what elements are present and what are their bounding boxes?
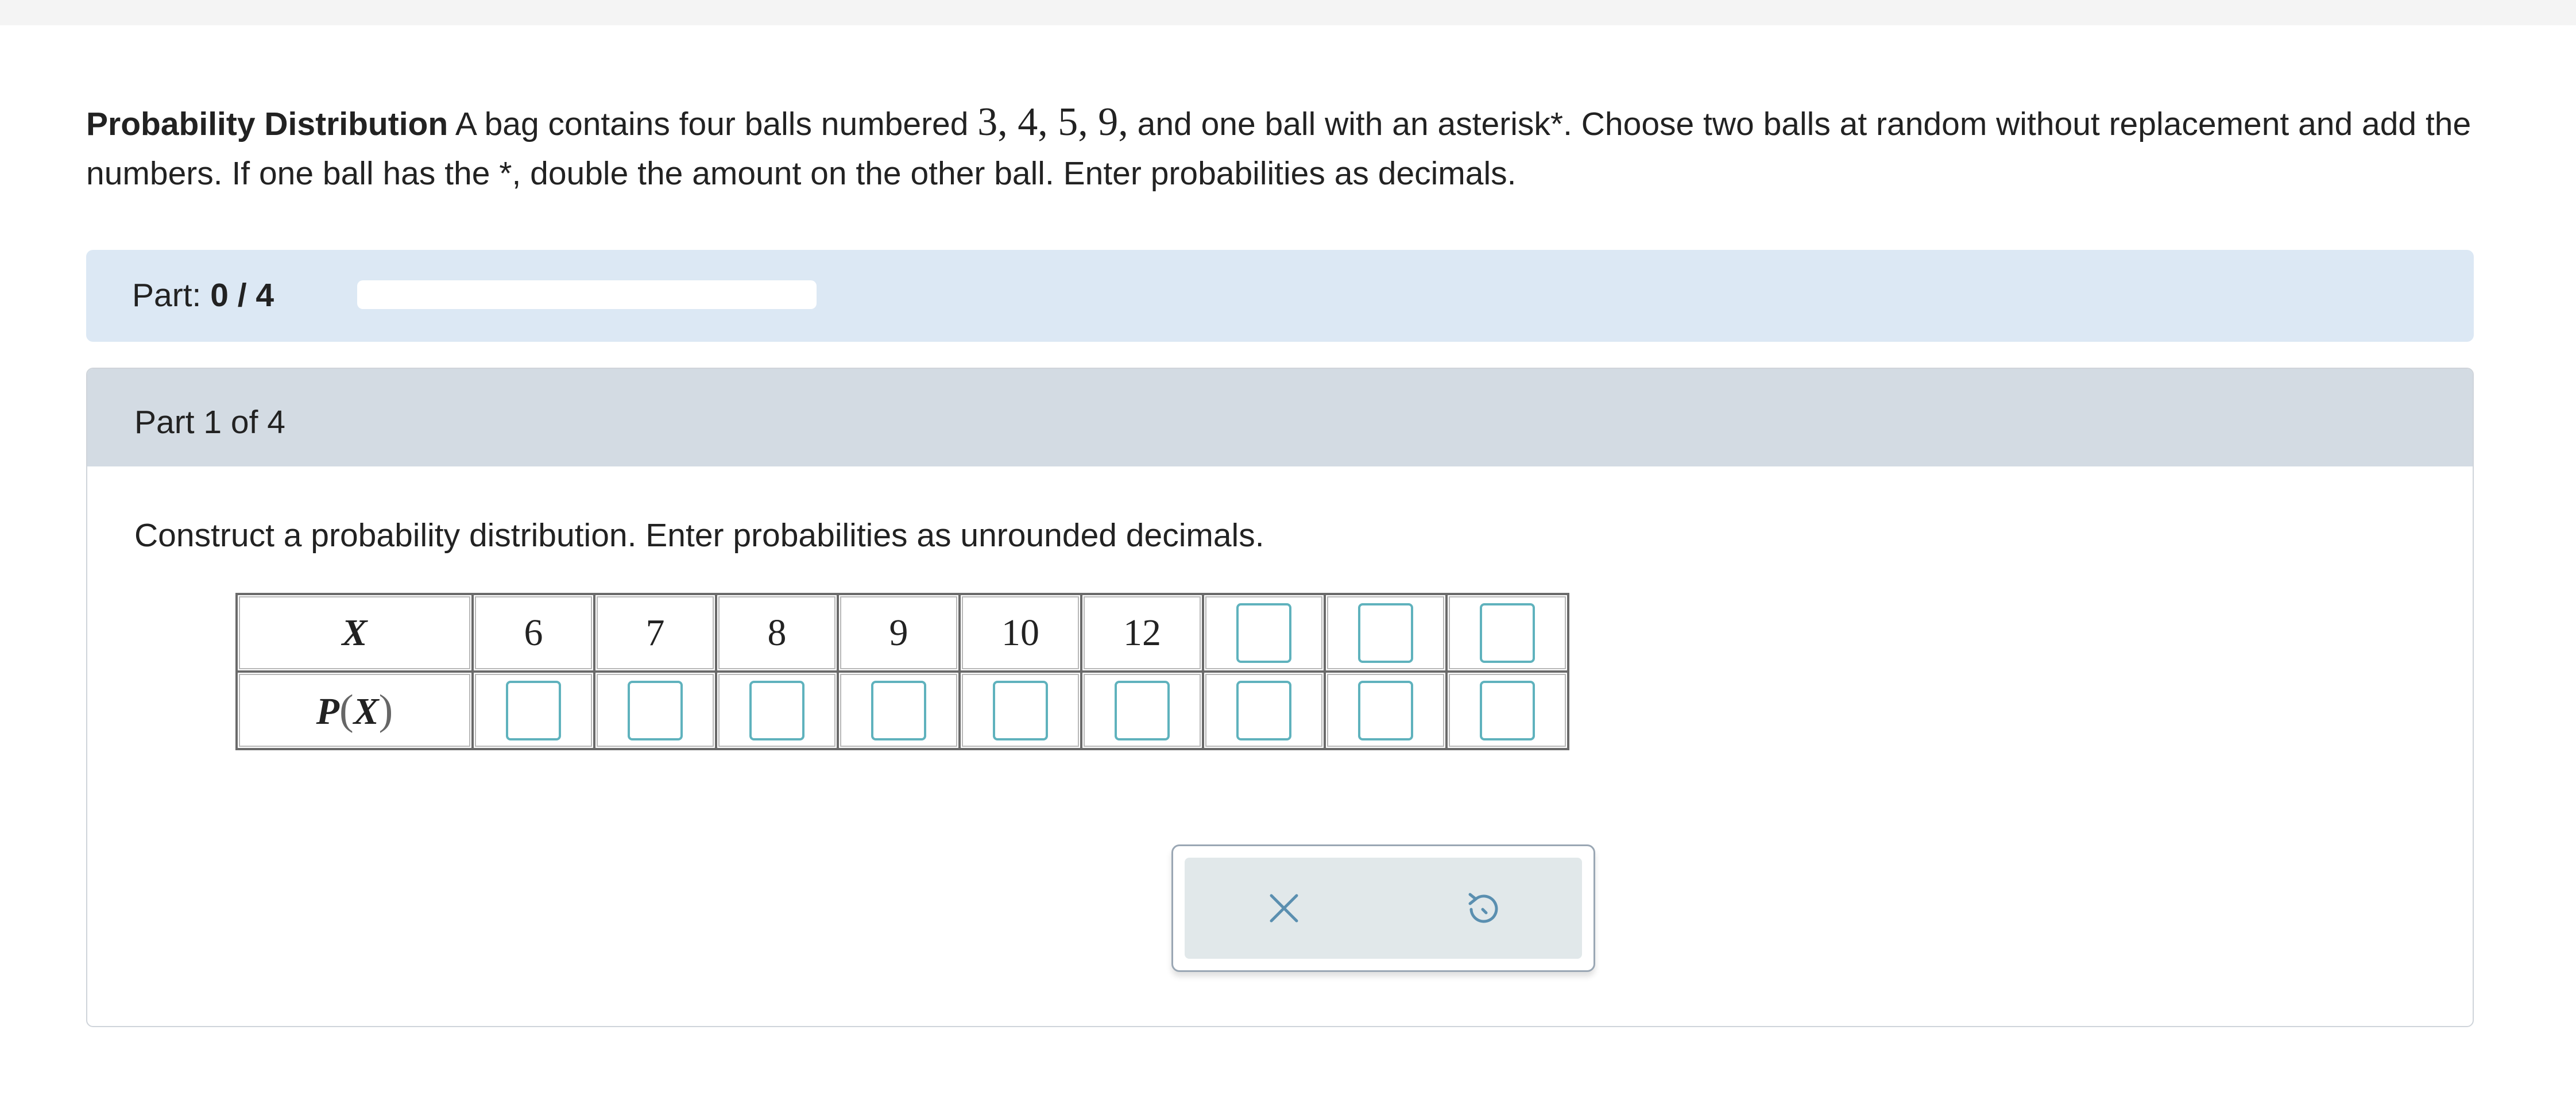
px-header: P(X) — [235, 670, 474, 750]
px-open-paren: ( — [339, 686, 354, 734]
probability-input[interactable] — [993, 680, 1048, 740]
x-value: 6 — [524, 611, 543, 654]
answer-actions — [1171, 844, 1595, 972]
x-value: 9 — [889, 611, 908, 654]
x-value-cell: 9 — [837, 593, 961, 673]
progress-label-prefix: Part: — [132, 277, 211, 314]
top-bar — [0, 0, 2576, 25]
x-value-input[interactable] — [1480, 603, 1535, 663]
clear-button[interactable] — [1185, 858, 1383, 959]
x-value: 8 — [767, 611, 787, 654]
answer-actions-bar — [1185, 858, 1582, 959]
close-icon — [1270, 894, 1298, 923]
x-value-cell: 8 — [715, 593, 839, 673]
x-value: 7 — [645, 611, 665, 654]
px-x-label: X — [353, 690, 379, 732]
progress-count: 0 / 4 — [210, 277, 274, 314]
part-instruction: Construct a probability distribution. En… — [134, 517, 1264, 554]
px-input-cell — [593, 670, 717, 750]
px-input-cell — [1202, 670, 1326, 750]
x-value: 10 — [1001, 611, 1039, 654]
x-header-label: X — [342, 611, 368, 654]
progress-panel: Part: 0 / 4 — [86, 250, 2474, 342]
px-p-label: P — [316, 690, 339, 732]
probability-input[interactable] — [1115, 680, 1170, 740]
ball-numbers: 3, 4, 5, 9, — [977, 100, 1128, 144]
problem-title: Probability Distribution — [86, 106, 448, 142]
x-value: 12 — [1123, 611, 1161, 654]
px-close-paren: ) — [378, 686, 393, 734]
probability-input[interactable] — [628, 680, 683, 740]
undo-icon — [1468, 893, 1498, 923]
px-input-cell — [1080, 670, 1204, 750]
x-value-input[interactable] — [1236, 603, 1291, 663]
x-input-cell — [1202, 593, 1326, 673]
px-input-cell — [1324, 670, 1448, 750]
x-input-cell — [1324, 593, 1448, 673]
x-row: X 6 7 8 9 10 12 — [235, 593, 1569, 673]
probability-distribution-table: X 6 7 8 9 10 12 P(X) — [235, 593, 1569, 750]
x-value-cell: 12 — [1080, 593, 1204, 673]
part-header-label: Part 1 of 4 — [134, 404, 285, 441]
x-value-input[interactable] — [1358, 603, 1413, 663]
x-input-cell — [1445, 593, 1569, 673]
px-input-cell — [958, 670, 1082, 750]
px-input-cell — [837, 670, 961, 750]
probability-input[interactable] — [1480, 680, 1535, 740]
px-input-cell — [471, 670, 595, 750]
probability-input[interactable] — [1358, 680, 1413, 740]
x-value-cell: 6 — [471, 593, 595, 673]
x-header: X — [235, 593, 474, 673]
progress-label: Part: 0 / 4 — [132, 275, 274, 315]
px-row: P(X) — [235, 670, 1569, 750]
problem-statement: Probability Distribution A bag contains … — [86, 98, 2498, 198]
undo-button[interactable] — [1383, 858, 1582, 959]
problem-text-start: A bag contains four balls numbered — [448, 106, 978, 142]
probability-input[interactable] — [506, 680, 561, 740]
part-card: Part 1 of 4 Construct a probability dist… — [86, 368, 2474, 1027]
part-header: Part 1 of 4 — [87, 369, 2473, 466]
px-input-cell — [715, 670, 839, 750]
x-value-cell: 10 — [958, 593, 1082, 673]
probability-input[interactable] — [871, 680, 926, 740]
x-value-cell: 7 — [593, 593, 717, 673]
probability-input[interactable] — [1236, 680, 1291, 740]
px-input-cell — [1445, 670, 1569, 750]
probability-input[interactable] — [749, 680, 804, 740]
progress-bar — [357, 280, 817, 309]
